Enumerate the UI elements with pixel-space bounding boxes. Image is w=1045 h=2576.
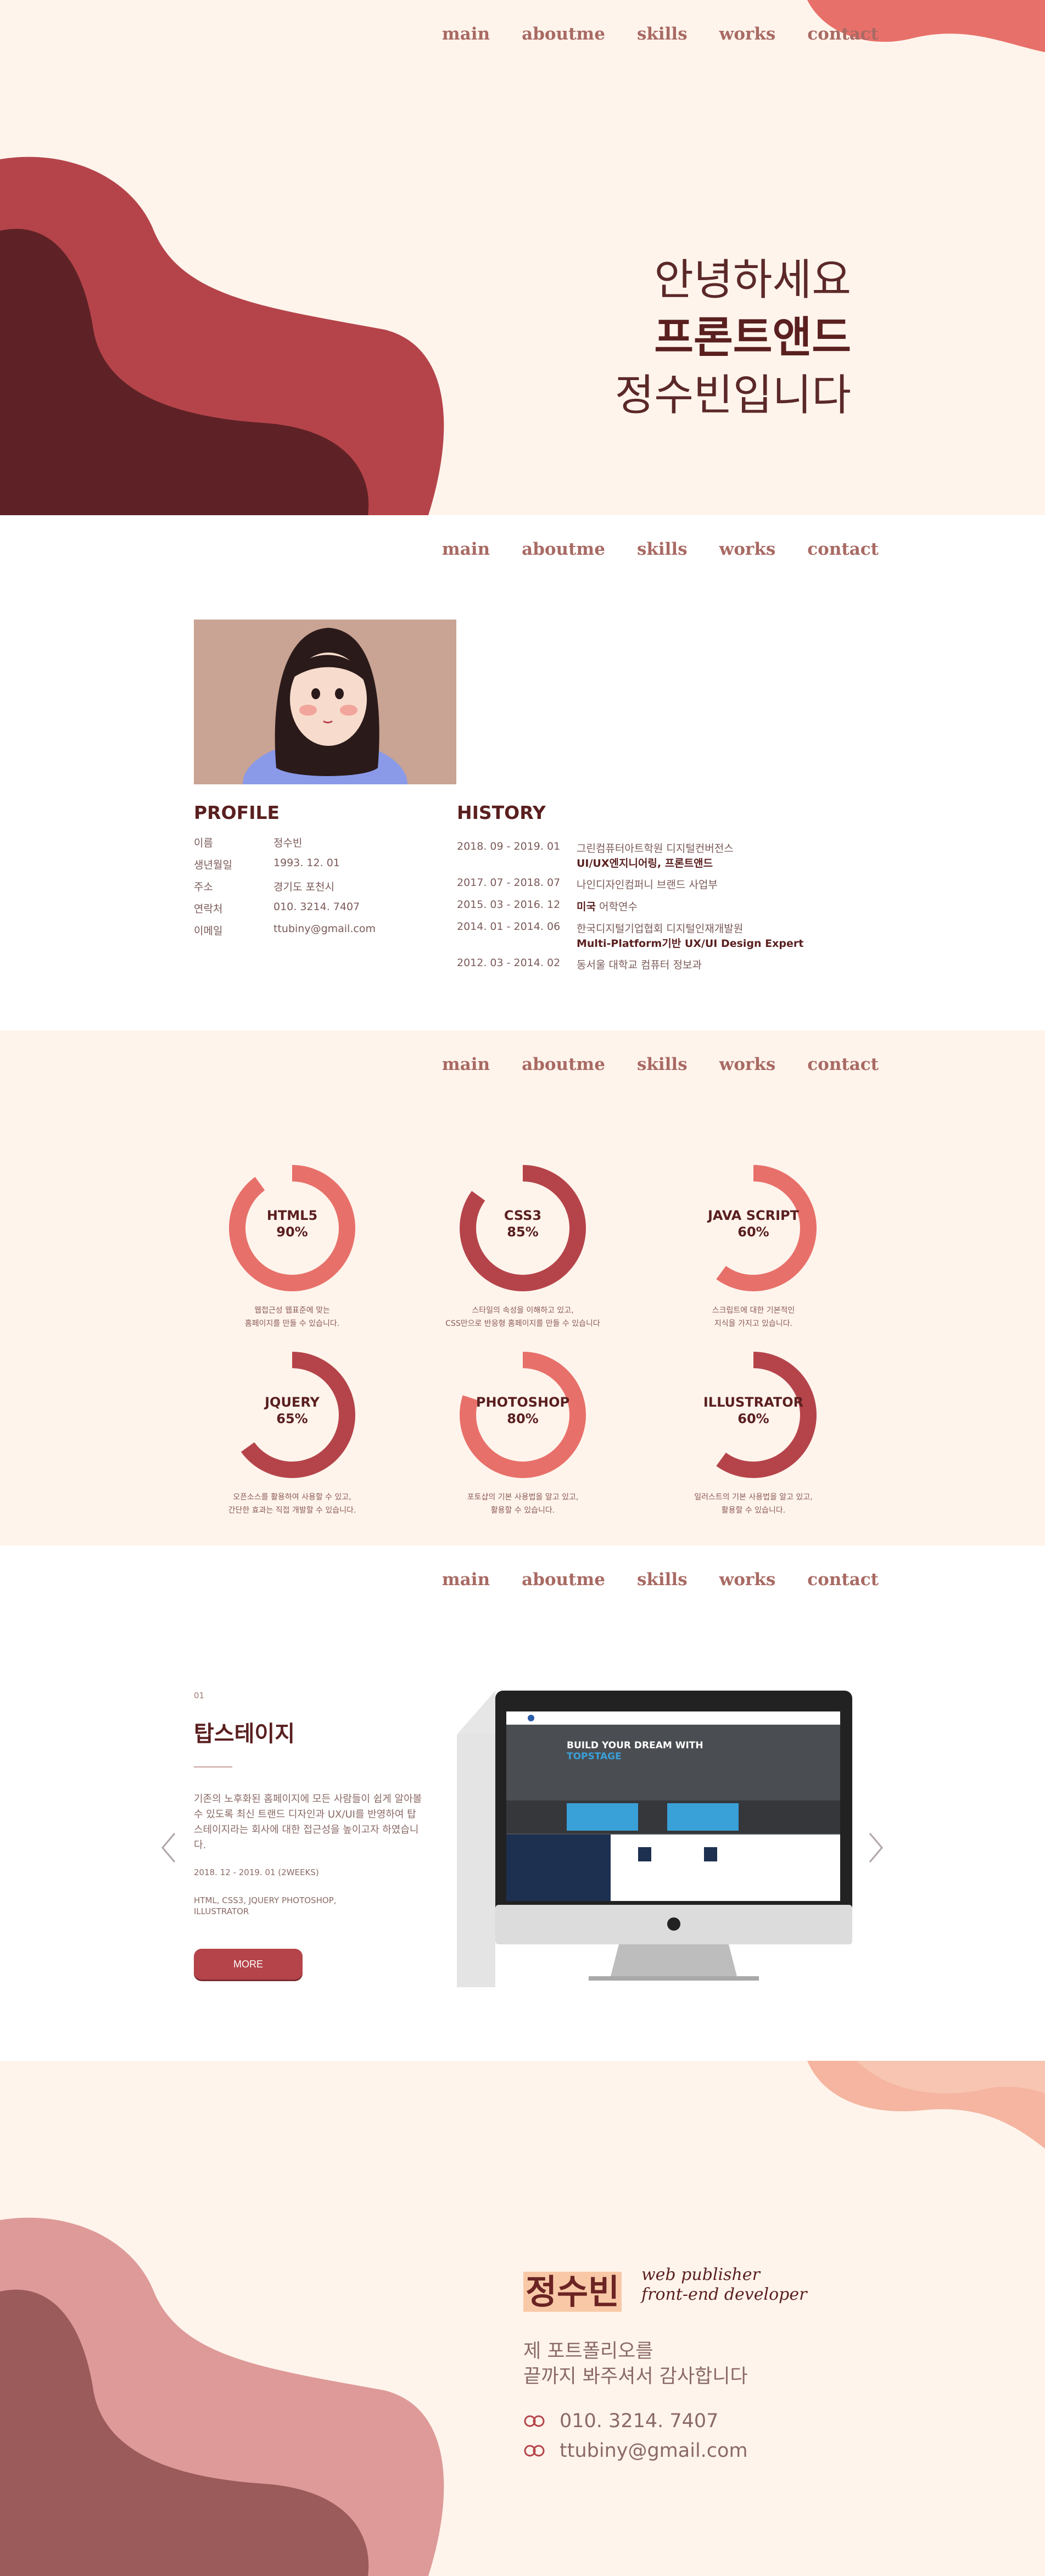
skill-description: 스타일의 속성을 이해하고 있고, CSS만으로 반응형 홈페이지를 만들 수 있… [445,1306,600,1328]
profile-row: 주소 경기도 포천시 [194,881,334,893]
work-title: 탑스테이지 [194,1721,295,1747]
skill-label: ILLUSTRATOR 60% [703,1395,804,1426]
link-icon [524,2415,545,2427]
history-row: 2018. 09 - 2019. 01 그린컴퓨터아트학원 디지털컨버전스 UI/U… [457,840,734,869]
skill-label: CSS3 85% [504,1208,542,1240]
skill-description: 오픈소스를 활용하여 사용할 수 있고, 간단한 효과는 직접 개발할 수 있습니… [228,1493,356,1515]
nav-aboutme[interactable]: aboutme [522,539,605,559]
hero-section: main aboutme skills works contact 안녕하세요 … [0,0,1045,515]
nav-works[interactable]: works [719,24,776,44]
nav-works[interactable]: works [719,1055,776,1074]
hero-line-3: 정수빈입니다 [614,371,851,420]
work-description: 기존의 노후화된 홈페이지에 모든 사람들이 쉽게 알아볼 수 있도록 최신 트… [194,1793,422,1851]
history-row: 2014. 01 - 2014. 06 한국디지털기업협회 디지털인재개발원 Mul… [457,921,804,950]
profile-row: 생년월일 1993. 12. 01 [194,857,340,871]
contact-email[interactable]: ttubiny@gmail.com [523,2440,748,2462]
skill-label: JAVA SCRIPT 60% [707,1208,800,1240]
nav-works[interactable]: works [719,1570,776,1590]
imac-mockup[interactable] [457,1691,853,1994]
nav-contact[interactable]: contact [807,539,879,559]
thank-you-message: 제 포트폴리오를 끝까지 봐주셔서 감사합니다 [523,2340,748,2388]
work-tools: HTML, CSS3, JQUERY PHOTOSHOP, ILLUSTRATO… [194,1895,337,1916]
skill-label: PHOTOSHOP 80% [476,1395,570,1426]
nav-skills[interactable]: skills [637,24,688,44]
hero-line-2: 프론트앤드 [654,313,851,363]
nav-contact[interactable]: contact [807,24,879,44]
divider [194,1766,232,1767]
nav-main[interactable]: main [442,1570,490,1590]
aboutme-section: main aboutme skills works contact PROFIL… [0,515,1045,1030]
nav-contact[interactable]: contact [807,1055,879,1074]
contact-role: web publisher front-end developer [641,2265,807,2304]
profile-row: 이름 정수빈 [194,837,303,849]
history-row: 2012. 03 - 2014. 02 동서울 대학교 컴퓨터 정보과 [457,957,702,971]
nav-aboutme[interactable]: aboutme [522,1570,605,1590]
next-arrow-icon[interactable] [868,1831,884,1864]
more-button[interactable]: MORE [194,1949,303,1980]
link-icon [524,2445,545,2457]
work-number: 01 [194,1691,205,1700]
contact-name: 정수빈 [523,2264,622,2313]
hero-greeting: 안녕하세요 프론트앤드 정수빈입니다 [614,252,851,425]
contact-phone[interactable]: 010. 3214. 7407 [523,2410,718,2432]
skill-item: ILLUSTRATOR 60% 일러스트의 기본 사용법을 알고 있고, 활용할 수 … [688,1349,819,1517]
works-nav: main aboutme skills works contact [442,1570,879,1590]
skill-item: JQUERY 65% 오픈소스를 활용하여 사용할 수 있고, 간단한 효과는 직접 … [226,1349,358,1517]
skill-label: HTML5 90% [266,1208,318,1240]
nav-contact[interactable]: contact [807,1570,879,1590]
contact-section: 정수빈 web publisher front-end developer 제 … [0,2061,1045,2576]
nav-skills[interactable]: skills [637,1055,688,1074]
nav-aboutme[interactable]: aboutme [522,24,605,44]
contact-blob-shapes [0,2061,1045,2576]
main-nav: main aboutme skills works contact [442,24,879,44]
skill-item: HTML5 90% 웹접근성 웹표준에 맞는 홈페이지를 만들 수 있습니다. [226,1162,358,1330]
nav-works[interactable]: works [719,539,776,559]
nav-main[interactable]: main [442,24,490,44]
history-row: 2017. 07 - 2018. 07 나인디자인컴퍼니 브랜드 사업부 [457,877,718,891]
aboutme-nav: main aboutme skills works contact [442,539,879,559]
nav-main[interactable]: main [442,539,490,559]
nav-skills[interactable]: skills [637,539,688,559]
profile-row: 이메일 ttubiny@gmail.com [194,923,376,937]
nav-aboutme[interactable]: aboutme [522,1055,605,1074]
skills-section: main aboutme skills works contact HTML5 9… [0,1030,1045,1546]
screen-headline: BUILD YOUR DREAM WITH TOPSTAGE [567,1740,703,1762]
history-title: HISTORY [457,802,546,823]
nav-skills[interactable]: skills [637,1570,688,1590]
skill-label: JQUERY 65% [265,1395,320,1426]
skill-item: CSS3 85% 스타일의 속성을 이해하고 있고, CSS만으로 반응형 홈페이지를… [445,1162,600,1330]
hero-line-1: 안녕하세요 [654,255,851,305]
skill-description: 포토샵의 기본 사용법을 알고 있고, 활용할 수 있습니다. [467,1493,579,1515]
skill-description: 웹접근성 웹표준에 맞는 홈페이지를 만들 수 있습니다. [244,1306,340,1328]
skill-item: PHOTOSHOP 80% 포토샵의 기본 사용법을 알고 있고, 활용할 수 있습니… [457,1349,589,1517]
nav-main[interactable]: main [442,1055,490,1074]
skill-description: 일러스트의 기본 사용법을 알고 있고, 활용할 수 있습니다. [694,1493,813,1515]
history-row: 2015. 03 - 2016. 12 미국 어학연수 [457,899,638,913]
skill-description: 스크립트에 대한 기본적인 지식을 가지고 있습니다. [712,1306,795,1328]
prev-arrow-icon[interactable] [160,1831,177,1864]
hero-blob-shapes [0,0,1045,515]
skill-item: JAVA SCRIPT 60% 스크립트에 대한 기본적인 지식을 가지고 있습니다. [688,1162,819,1330]
skills-nav: main aboutme skills works contact [442,1055,879,1074]
profile-row: 연락처 010. 3214. 7407 [194,901,360,915]
profile-portrait [194,620,456,784]
works-section: main aboutme skills works contact 01 탑스테… [0,1546,1045,2061]
work-date: 2018. 12 - 2019. 01 (2WEEKS) [194,1867,319,1877]
profile-title: PROFILE [194,802,280,823]
